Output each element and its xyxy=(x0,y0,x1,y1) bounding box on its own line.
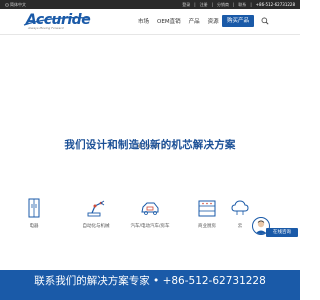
cloud-icon xyxy=(231,200,249,215)
language-label: 简体中文 xyxy=(10,2,26,7)
top-links: 登录 | 注册 | 分销商 | 联系 | +86-512-62731228 xyxy=(181,0,296,9)
top-utility-bar: 简体中文 登录 | 注册 | 分销商 | 联系 | +86-512-627312… xyxy=(0,0,300,9)
nav-resources[interactable]: 资源 xyxy=(208,17,219,25)
industry-cloud[interactable]: 云 xyxy=(230,198,250,229)
phone-link[interactable]: +86-512-62731228 xyxy=(255,0,296,9)
industry-label: 汽车/电动汽车/房车 xyxy=(130,224,170,229)
language-selector[interactable]: 简体中文 xyxy=(5,0,26,9)
industry-label: 云 xyxy=(237,224,243,229)
industry-label: 电器 xyxy=(29,224,39,229)
solutions-title: 我们设计和制造创新的机芯解决方案 xyxy=(64,139,236,151)
chat-widget[interactable]: 在线咨询 xyxy=(252,217,300,239)
nav-oem[interactable]: OEM直销 xyxy=(157,17,181,25)
industry-kitchen[interactable]: 商业厨房 xyxy=(182,198,232,229)
search-icon[interactable] xyxy=(261,17,269,25)
vehicle-icon xyxy=(141,202,159,215)
contact-link[interactable]: 联系 xyxy=(237,0,247,9)
logo-tagline: Always Moving Forward xyxy=(28,26,64,30)
nav-markets[interactable]: 市场 xyxy=(138,17,149,25)
industry-vehicle[interactable]: 汽车/电动汽车/房车 xyxy=(125,198,175,229)
kitchen-icon xyxy=(198,200,216,217)
login-link[interactable]: 登录 xyxy=(181,0,191,9)
main-nav: 市场 OEM直销 产品 资源 xyxy=(138,17,219,25)
contact-bar[interactable]: 联系我们的解决方案专家 • +86-512-62731228 xyxy=(0,270,300,300)
industry-automation[interactable]: 自动化与机械 xyxy=(71,198,121,229)
site-header: Accuride Always Moving Forward 市场 OEM直销 … xyxy=(0,9,300,35)
industry-label: 商业厨房 xyxy=(198,224,216,229)
industry-appliance[interactable]: 电器 xyxy=(9,198,59,229)
robot-arm-icon xyxy=(87,200,105,217)
register-link[interactable]: 注册 xyxy=(199,0,209,9)
hero-carousel[interactable] xyxy=(0,36,300,150)
nav-products[interactable]: 产品 xyxy=(189,17,200,25)
distributor-link[interactable]: 分销商 xyxy=(216,0,230,9)
globe-icon xyxy=(5,2,9,7)
online-consult-button[interactable]: 在线咨询 xyxy=(266,228,298,237)
page: 简体中文 登录 | 注册 | 分销商 | 联系 | +86-512-627312… xyxy=(0,0,300,300)
appliance-icon xyxy=(28,198,40,218)
industry-label: 自动化与机械 xyxy=(82,224,110,229)
buy-products-button[interactable]: 购买产品 xyxy=(222,15,254,27)
accuride-logo[interactable]: Accuride Always Moving Forward xyxy=(22,12,92,32)
contact-text: 联系我们的解决方案专家 • +86-512-62731228 xyxy=(34,275,266,287)
